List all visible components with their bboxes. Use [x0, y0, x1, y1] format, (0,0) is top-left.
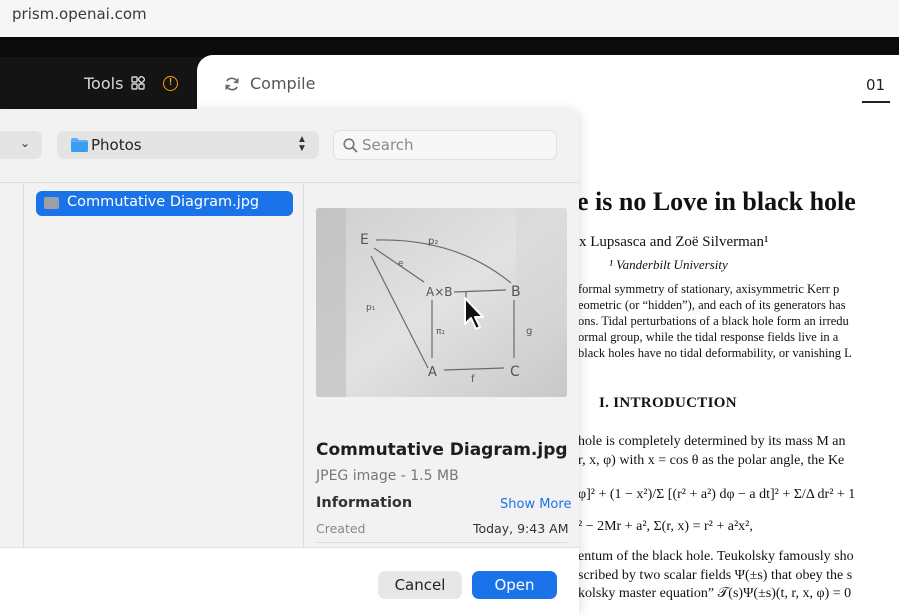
diagram-label: p₂	[428, 236, 438, 247]
show-more-link[interactable]: Show More	[500, 497, 571, 512]
dialog-toolbar: ⌄ Photos ▲ ▼	[0, 109, 579, 183]
cancel-button[interactable]: Cancel	[378, 571, 462, 599]
created-label: Created	[316, 521, 366, 536]
diagram-label: A×B	[426, 285, 453, 299]
body-line: hole is completely determined by its mas…	[578, 434, 846, 449]
pdf-preview: e is no Love in black hole x Lupsasca an…	[577, 117, 899, 615]
diagram-label: B	[511, 284, 521, 300]
search-field[interactable]	[333, 130, 557, 160]
abstract-line: ormal group, while the tidal response fi…	[578, 330, 839, 344]
body-line: scribed by two scalar fields Ψ(±s) that …	[578, 568, 853, 583]
paper-affiliation: ¹ Vanderbilt University	[609, 257, 728, 272]
body-line: r, x, φ) with x = cos θ as the polar ang…	[578, 453, 845, 468]
warning-icon[interactable]: !	[163, 76, 178, 91]
search-input[interactable]	[362, 135, 548, 155]
search-icon	[343, 138, 358, 153]
section-heading: I. INTRODUCTION	[599, 395, 737, 411]
file-name: Commutative Diagram.jpg	[67, 194, 260, 210]
image-preview: E A×B B A C p₂ e p₁ π₁ π₂ g f	[316, 208, 567, 397]
folder-icon	[71, 138, 88, 152]
created-value: Today, 9:43 AM	[473, 521, 569, 536]
paper-title: e is no Love in black hole	[577, 187, 856, 216]
tools-grid-icon[interactable]	[131, 76, 145, 90]
diagram-label: E	[360, 232, 369, 248]
compile-button[interactable]: Compile	[250, 74, 315, 93]
browser-divider	[0, 37, 899, 57]
url-text[interactable]: prism.openai.com	[12, 5, 147, 23]
abstract-line: formal symmetry of stationary, axisymmet…	[578, 282, 840, 296]
divider	[316, 542, 567, 543]
image-file-icon	[44, 197, 59, 209]
abstract-line: eometric (or “hidden”), and each of its …	[578, 298, 846, 312]
file-open-dialog: ⌄ Photos ▲▼ › Commutative Diagram.jpg	[0, 109, 579, 615]
mouse-cursor-icon	[464, 297, 484, 330]
chevron-down-icon: ⌄	[20, 136, 31, 150]
equation-line: φ]² + (1 − x²)/Σ [(r² + a²) dφ − a dt]² …	[578, 487, 856, 502]
browser-url-bar: prism.openai.com	[0, 0, 899, 37]
diagram-label: C	[510, 364, 520, 380]
preview-file-kind: JPEG image - 1.5 MB	[316, 468, 459, 484]
diagram-label: p₁	[366, 303, 376, 313]
location-popup[interactable]: Photos ▲ ▼	[57, 131, 319, 159]
diagram-label: g	[526, 326, 532, 337]
paper-authors: x Lupsasca and Zoë Silverman¹	[579, 234, 769, 250]
tab-page[interactable]: 01	[866, 76, 885, 94]
diagram-label: π₁	[436, 327, 445, 337]
dialog-footer: Cancel Open	[0, 547, 579, 615]
tools-menu[interactable]: Tools	[84, 74, 123, 93]
file-row-selected[interactable]: Commutative Diagram.jpg	[36, 191, 293, 216]
active-tab-indicator	[862, 101, 890, 103]
diagram-label: A	[428, 365, 437, 380]
diagram-photo: E A×B B A C p₂ e p₁ π₁ π₂ g f	[316, 208, 567, 397]
equation-line: ² − 2Mr + a², Σ(r, x) = r² + a²x²,	[578, 519, 753, 534]
diagram-label: e	[398, 259, 404, 269]
up-down-chevron-icon: ▲ ▼	[297, 134, 307, 154]
information-heading: Information	[316, 495, 413, 511]
body-line: entum of the black hole. Teukolsky famou…	[578, 549, 854, 564]
refresh-icon[interactable]	[224, 76, 240, 92]
abstract-line: black holes have no tidal deformability,…	[578, 346, 852, 360]
abstract-line: ons. Tidal perturbations of a black hole…	[578, 314, 849, 328]
location-label: Photos	[91, 136, 142, 154]
preview-file-name: Commutative Diagram.jpg	[316, 440, 568, 460]
view-popup[interactable]: ⌄	[0, 131, 42, 159]
body-line: kolsky master equation” 𝒯(s)Ψ(±s)(t, r, …	[578, 586, 852, 601]
open-button[interactable]: Open	[472, 571, 557, 599]
diagram-label: f	[471, 374, 475, 385]
